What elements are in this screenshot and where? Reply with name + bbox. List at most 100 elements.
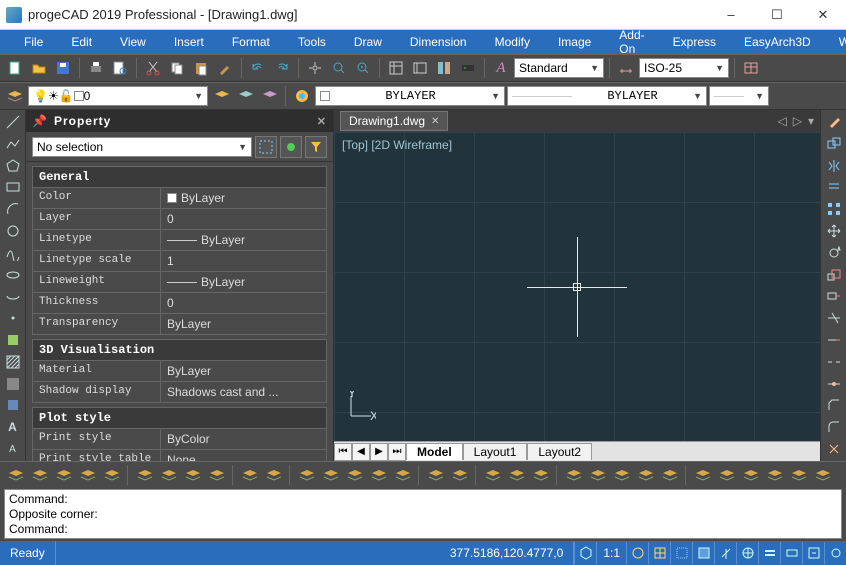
mtext-icon[interactable]: A [2, 439, 24, 459]
layout-next-icon[interactable]: ▶ [370, 443, 388, 461]
prop-value[interactable]: ByLayer [161, 230, 326, 250]
osnap-icon[interactable] [610, 464, 632, 486]
print-preview-icon[interactable] [109, 57, 131, 79]
layer-iso-icon[interactable] [258, 85, 280, 107]
prop-value[interactable]: None [161, 450, 326, 461]
osnap-icon[interactable] [4, 464, 26, 486]
osnap-icon[interactable] [391, 464, 413, 486]
ellipse-arc-icon[interactable] [2, 287, 24, 307]
ellipse-icon[interactable] [2, 265, 24, 285]
section-plot-style[interactable]: Plot style [32, 407, 327, 429]
match-properties-icon[interactable] [214, 57, 236, 79]
menu-image[interactable]: Image [544, 30, 605, 54]
polar-icon[interactable] [714, 542, 736, 564]
print-icon[interactable] [85, 57, 107, 79]
layer-prev-icon[interactable] [210, 85, 232, 107]
prop-row[interactable]: Shadow displayShadows cast and ... [32, 382, 327, 403]
fillet-icon[interactable] [823, 417, 845, 437]
circle-icon[interactable] [2, 221, 24, 241]
zoom-icon[interactable] [352, 57, 374, 79]
color-icon[interactable] [291, 85, 313, 107]
osnap-icon[interactable] [52, 464, 74, 486]
menu-dimension[interactable]: Dimension [396, 30, 481, 54]
layer-combo[interactable]: 💡 ☀ 🔓 0 ▼ [28, 86, 208, 106]
osnap-icon[interactable] [262, 464, 284, 486]
chamfer-icon[interactable] [823, 396, 845, 416]
osnap-icon[interactable] [100, 464, 122, 486]
prop-row[interactable]: Linetype scale1 [32, 251, 327, 272]
osnap-icon[interactable] [157, 464, 179, 486]
select-objects-icon[interactable] [280, 136, 302, 158]
layout-tab-model[interactable]: Model [406, 443, 463, 460]
menu-insert[interactable]: Insert [160, 30, 218, 54]
layer-state-icon[interactable] [234, 85, 256, 107]
osnap-icon[interactable] [367, 464, 389, 486]
join-icon[interactable] [823, 374, 845, 394]
menu-edit[interactable]: Edit [57, 30, 106, 54]
prop-row[interactable]: Layer0 [32, 209, 327, 230]
lwt-icon[interactable] [758, 542, 780, 564]
prop-row[interactable]: TransparencyByLayer [32, 314, 327, 335]
erase-icon[interactable] [823, 112, 845, 132]
osnap-icon[interactable] [181, 464, 203, 486]
layout-tab-layout2[interactable]: Layout2 [527, 443, 592, 460]
dim-style-icon[interactable] [615, 57, 637, 79]
copy-icon[interactable] [166, 57, 188, 79]
redo-icon[interactable] [271, 57, 293, 79]
osnap-icon[interactable] [715, 464, 737, 486]
osnap-icon[interactable] [739, 464, 761, 486]
osnap-icon[interactable] [319, 464, 341, 486]
menu-file[interactable]: File [10, 30, 57, 54]
prop-value[interactable]: Shadows cast and ... [161, 382, 326, 402]
quick-select-icon[interactable] [255, 136, 277, 158]
menu-easyarch3d[interactable]: EasyArch3D [730, 30, 825, 54]
mirror-icon[interactable] [823, 156, 845, 176]
prop-row[interactable]: Print styleByColor [32, 429, 327, 450]
command-icon[interactable] [457, 57, 479, 79]
undo-icon[interactable] [247, 57, 269, 79]
explode-icon[interactable] [823, 439, 845, 459]
menu-draw[interactable]: Draw [340, 30, 396, 54]
hatch-icon[interactable] [2, 352, 24, 372]
model-space-icon[interactable] [574, 542, 596, 564]
osnap-icon[interactable] [28, 464, 50, 486]
osnap-icon[interactable] [787, 464, 809, 486]
save-icon[interactable] [52, 57, 74, 79]
osnap-icon[interactable] [562, 464, 584, 486]
qp-icon[interactable] [802, 542, 824, 564]
snap-icon[interactable] [626, 542, 648, 564]
text-style-combo[interactable]: Standard▼ [514, 58, 604, 78]
menu-window[interactable]: Window [825, 30, 846, 54]
sc-icon[interactable] [824, 542, 846, 564]
pin-icon[interactable]: 📌 [32, 114, 48, 128]
ortho-icon[interactable] [692, 542, 714, 564]
osnap-icon[interactable] [658, 464, 680, 486]
layout-tab-layout1[interactable]: Layout1 [463, 443, 528, 460]
menu-tools[interactable]: Tools [284, 30, 340, 54]
prop-row[interactable]: LinetypeByLayer [32, 230, 327, 251]
layout-last-icon[interactable]: ⏭ [388, 443, 406, 461]
color-combo[interactable]: BYLAYER▼ [315, 86, 505, 106]
prop-value[interactable]: 0 [161, 293, 326, 313]
prop-row[interactable]: Print style tableNone [32, 450, 327, 461]
dim-style-combo[interactable]: ISO-25▼ [639, 58, 729, 78]
prop-value[interactable]: ByLayer [161, 361, 326, 381]
prop-value[interactable]: 1 [161, 251, 326, 271]
extend-icon[interactable] [823, 330, 845, 350]
prop-value[interactable]: ByLayer [161, 188, 326, 208]
osnap-icon[interactable] [295, 464, 317, 486]
layer-manager-icon[interactable] [4, 85, 26, 107]
panel-close-icon[interactable]: ✕ [317, 115, 327, 128]
menu-format[interactable]: Format [218, 30, 284, 54]
snap-mode-icon[interactable] [670, 542, 692, 564]
selection-combo[interactable]: No selection▼ [32, 137, 252, 157]
dyn-icon[interactable] [780, 542, 802, 564]
prop-value[interactable]: 0 [161, 209, 326, 229]
osnap-icon[interactable] [505, 464, 527, 486]
osnap-icon[interactable] [481, 464, 503, 486]
rotate-icon[interactable] [823, 243, 845, 263]
osnap-icon[interactable] [448, 464, 470, 486]
osnap-icon[interactable] [811, 464, 833, 486]
osnap-icon[interactable] [238, 464, 260, 486]
linetype-combo[interactable]: BYLAYER▼ [507, 86, 707, 106]
